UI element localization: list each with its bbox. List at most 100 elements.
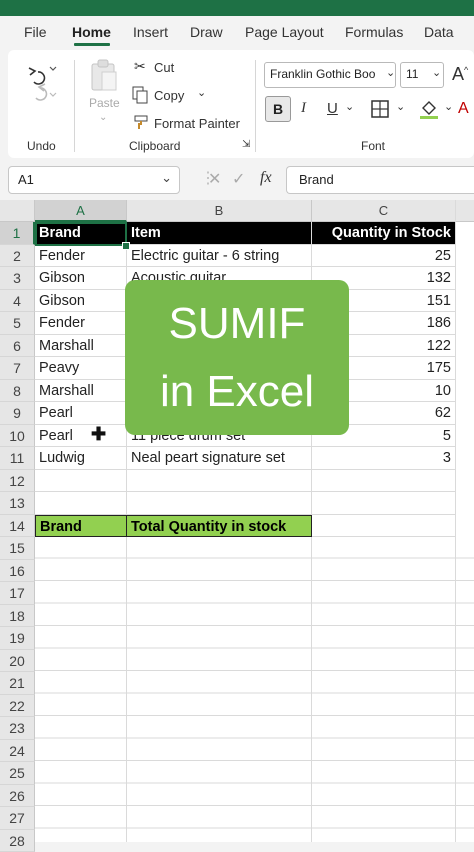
column-header-a[interactable]: A xyxy=(35,200,127,222)
row-header[interactable]: 7 xyxy=(0,357,35,380)
cell-brand[interactable]: Marshall xyxy=(35,380,127,403)
cancel-icon[interactable]: ✕ xyxy=(208,169,221,189)
redo-icon[interactable] xyxy=(36,84,56,100)
row-header[interactable]: 22 xyxy=(0,695,35,718)
cell-brand[interactable]: Marshall xyxy=(35,335,127,358)
formula-controls: ⋮ ✕ ✓ fx xyxy=(200,166,286,194)
cell-brand[interactable]: Pearl xyxy=(35,402,127,425)
row-header[interactable]: 11 xyxy=(0,447,35,470)
tab-insert[interactable]: Insert xyxy=(133,24,168,40)
row-header[interactable]: 12 xyxy=(0,470,35,493)
paste-icon[interactable] xyxy=(88,58,120,92)
empty-cell[interactable] xyxy=(312,470,456,493)
row-header[interactable]: 9 xyxy=(0,402,35,425)
tab-data[interactable]: Data xyxy=(424,24,454,40)
cell-brand[interactable]: Fender xyxy=(35,245,127,268)
fill-handle[interactable] xyxy=(122,242,130,250)
paste-chevron-icon[interactable]: ⌄ xyxy=(99,112,107,123)
row-header[interactable]: 5 xyxy=(0,312,35,335)
cell-c1[interactable]: Quantity in Stock xyxy=(312,222,456,245)
tab-page-layout[interactable]: Page Layout xyxy=(245,24,324,40)
cell-brand[interactable]: Gibson xyxy=(35,267,127,290)
row-header[interactable]: 28 xyxy=(0,830,35,852)
row-header[interactable]: 3 xyxy=(0,267,35,290)
empty-cell[interactable] xyxy=(127,492,312,515)
paste-label[interactable]: Paste xyxy=(89,96,120,110)
row-header[interactable]: 16 xyxy=(0,560,35,583)
formula-bar[interactable]: Brand xyxy=(286,166,474,194)
cell-brand[interactable]: Pearl xyxy=(35,425,127,448)
cut-icon: ✂ xyxy=(134,58,146,75)
font-color-icon[interactable]: A xyxy=(458,100,469,118)
empty-cell[interactable] xyxy=(35,492,127,515)
tab-file[interactable]: File xyxy=(24,24,47,40)
font-family-chevron-icon[interactable]: ⌄ xyxy=(386,66,395,79)
row-header[interactable]: 20 xyxy=(0,650,35,673)
enter-icon[interactable]: ✓ xyxy=(232,169,245,189)
row-header[interactable]: 24 xyxy=(0,740,35,763)
font-size-chevron-icon[interactable]: ⌄ xyxy=(432,66,441,79)
row-header[interactable]: 15 xyxy=(0,537,35,560)
row-header[interactable]: 19 xyxy=(0,627,35,650)
row-header[interactable]: 8 xyxy=(0,380,35,403)
underline-button[interactable]: U xyxy=(327,100,338,117)
row-header[interactable]: 1 xyxy=(0,222,35,245)
cell-quantity[interactable]: 3 xyxy=(312,447,456,470)
cell-b14[interactable]: Total Quantity in stock xyxy=(126,515,312,538)
cell-item[interactable]: Electric guitar - 6 string xyxy=(127,245,312,268)
row-header[interactable]: 2 xyxy=(0,245,35,268)
clipboard-launcher-icon[interactable]: ⇲ xyxy=(242,139,250,150)
tab-draw[interactable]: Draw xyxy=(190,24,223,40)
column-header-c[interactable]: C xyxy=(312,200,456,222)
row-header[interactable]: 10 xyxy=(0,425,35,448)
column-header-b[interactable]: B xyxy=(127,200,312,222)
column-header-d[interactable] xyxy=(456,200,474,222)
cell-brand[interactable]: Peavy xyxy=(35,357,127,380)
cell-quantity[interactable]: 25 xyxy=(312,245,456,268)
row-header[interactable]: 18 xyxy=(0,605,35,628)
empty-cell[interactable] xyxy=(312,492,456,515)
fill-color-chevron-icon[interactable]: ⌄ xyxy=(444,100,453,113)
cell-b1[interactable]: Item xyxy=(127,222,312,245)
insert-function-icon[interactable]: fx xyxy=(260,169,272,187)
font-family-select[interactable]: Franklin Gothic Boo xyxy=(264,62,396,88)
ribbon-tabs: File Home Insert Draw Page Layout Formul… xyxy=(0,16,474,48)
active-cell-outline xyxy=(35,222,127,246)
row-header[interactable]: 27 xyxy=(0,807,35,830)
empty-cell[interactable] xyxy=(35,470,127,493)
copy-button[interactable]: Copy xyxy=(154,88,184,103)
cell-brand[interactable]: Fender xyxy=(35,312,127,335)
row-header[interactable]: 21 xyxy=(0,672,35,695)
copy-chevron-icon[interactable]: ⌄ xyxy=(197,86,206,99)
row-header[interactable]: 4 xyxy=(0,290,35,313)
cell-item[interactable]: Neal peart signature set xyxy=(127,447,312,470)
name-box[interactable]: A1 ⌄ xyxy=(8,166,180,194)
tab-home[interactable]: Home xyxy=(72,24,111,40)
empty-cell[interactable] xyxy=(127,470,312,493)
row-header[interactable]: 26 xyxy=(0,785,35,808)
empty-cell[interactable] xyxy=(312,515,456,538)
cell-brand[interactable]: Gibson xyxy=(35,290,127,313)
name-box-value: A1 xyxy=(18,172,34,187)
borders-icon[interactable] xyxy=(370,99,390,119)
row-header[interactable]: 14 xyxy=(0,515,35,538)
select-all-corner[interactable] xyxy=(0,200,35,222)
row-header[interactable]: 23 xyxy=(0,717,35,740)
tab-formulas[interactable]: Formulas xyxy=(345,24,403,40)
row-header[interactable]: 17 xyxy=(0,582,35,605)
name-box-chevron-icon[interactable]: ⌄ xyxy=(161,170,172,186)
format-painter-button[interactable]: Format Painter xyxy=(154,116,240,131)
row-header[interactable]: 6 xyxy=(0,335,35,358)
underline-chevron-icon[interactable]: ⌄ xyxy=(345,100,354,113)
cell-a14[interactable]: Brand xyxy=(35,515,127,538)
bold-button[interactable]: B xyxy=(265,96,291,122)
cut-button[interactable]: Cut xyxy=(154,60,174,75)
fill-color-icon[interactable] xyxy=(418,98,440,120)
undo-icon[interactable] xyxy=(29,67,56,84)
increase-font-size-icon[interactable]: A^ xyxy=(452,64,468,85)
cell-brand[interactable]: Ludwig xyxy=(35,447,127,470)
italic-button[interactable]: I xyxy=(301,100,306,117)
row-header[interactable]: 13 xyxy=(0,492,35,515)
row-header[interactable]: 25 xyxy=(0,762,35,785)
borders-chevron-icon[interactable]: ⌄ xyxy=(396,100,405,113)
